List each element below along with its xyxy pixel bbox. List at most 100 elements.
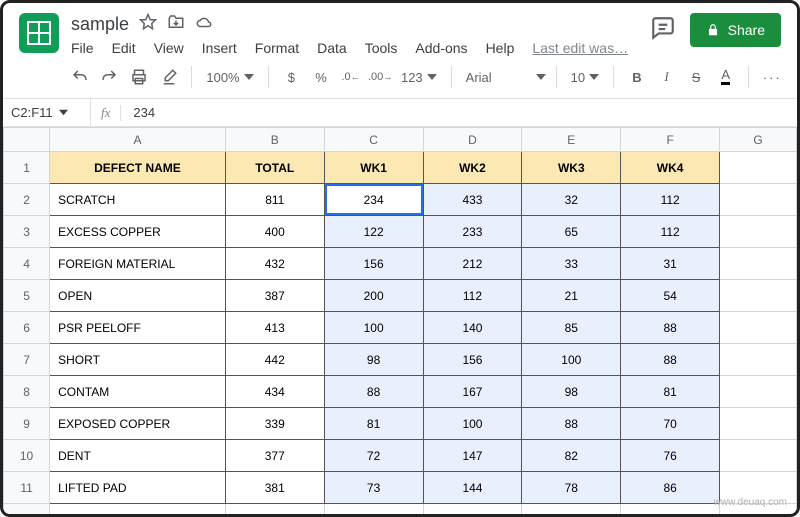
cell[interactable]: 88 [621, 312, 720, 344]
column-header[interactable]: A [50, 128, 226, 152]
cell[interactable]: 32 [522, 184, 621, 216]
cell[interactable]: 70 [621, 408, 720, 440]
menu-help[interactable]: Help [486, 40, 515, 56]
toolbar-overflow-button[interactable]: ··· [759, 64, 785, 90]
cell[interactable] [720, 440, 797, 472]
cell[interactable]: 381 [225, 472, 324, 504]
formula-input[interactable]: 234 [121, 105, 167, 120]
cell[interactable]: 433 [423, 184, 522, 216]
column-header[interactable]: B [225, 128, 324, 152]
row-header[interactable]: 7 [4, 344, 50, 376]
cell[interactable]: 112 [621, 184, 720, 216]
cell[interactable] [720, 248, 797, 280]
print-button[interactable] [126, 64, 152, 90]
row-header[interactable]: 9 [4, 408, 50, 440]
cell[interactable]: 81 [621, 376, 720, 408]
document-title[interactable]: sample [71, 14, 129, 35]
cell[interactable]: 33 [522, 248, 621, 280]
cell[interactable]: 156 [324, 248, 423, 280]
cell[interactable]: 72 [324, 440, 423, 472]
row-header[interactable]: 11 [4, 472, 50, 504]
cell[interactable] [50, 504, 226, 517]
column-header[interactable]: F [621, 128, 720, 152]
column-header[interactable]: C [324, 128, 423, 152]
cell[interactable]: FOREIGN MATERIAL [50, 248, 226, 280]
cell[interactable]: WK2 [423, 152, 522, 184]
cell[interactable]: 140 [423, 312, 522, 344]
column-header[interactable]: G [720, 128, 797, 152]
text-color-button[interactable]: A [713, 64, 739, 90]
cell[interactable] [720, 376, 797, 408]
cell[interactable] [720, 216, 797, 248]
cell[interactable]: 65 [522, 216, 621, 248]
cell[interactable]: SCRATCH [50, 184, 226, 216]
cell[interactable]: 98 [324, 344, 423, 376]
cell[interactable]: 212 [423, 248, 522, 280]
menu-format[interactable]: Format [255, 40, 299, 56]
cell[interactable]: 86 [621, 472, 720, 504]
cell[interactable] [720, 408, 797, 440]
row-header[interactable]: 2 [4, 184, 50, 216]
cell[interactable]: WK3 [522, 152, 621, 184]
last-edit-link[interactable]: Last edit was… [532, 40, 628, 56]
column-header[interactable]: D [423, 128, 522, 152]
menu-edit[interactable]: Edit [112, 40, 136, 56]
cell[interactable]: 122 [324, 216, 423, 248]
more-formats-button[interactable]: 123 [397, 70, 441, 85]
share-button[interactable]: Share [690, 13, 781, 47]
cell[interactable]: 100 [522, 344, 621, 376]
cell[interactable]: 88 [621, 344, 720, 376]
row-header[interactable]: 12 [4, 504, 50, 517]
cell[interactable] [225, 504, 324, 517]
cell[interactable]: 442 [225, 344, 324, 376]
decrease-decimals-button[interactable]: .0← [338, 64, 364, 90]
cell[interactable]: 156 [423, 344, 522, 376]
cell[interactable]: 147 [423, 440, 522, 472]
cell[interactable]: 234 [324, 184, 423, 216]
menu-addons[interactable]: Add-ons [415, 40, 467, 56]
star-icon[interactable] [139, 13, 157, 36]
font-size-select[interactable]: 10 [567, 70, 603, 85]
cell[interactable]: 144 [423, 472, 522, 504]
cell[interactable] [720, 184, 797, 216]
move-icon[interactable] [167, 13, 185, 36]
cell[interactable]: 811 [225, 184, 324, 216]
cell[interactable]: DEFECT NAME [50, 152, 226, 184]
cell[interactable]: PSR PEELOFF [50, 312, 226, 344]
cell[interactable]: EXPOSED COPPER [50, 408, 226, 440]
cell[interactable]: 434 [225, 376, 324, 408]
row-header[interactable]: 5 [4, 280, 50, 312]
name-box[interactable]: C2:F11 [3, 99, 91, 126]
cell[interactable]: CONTAM [50, 376, 226, 408]
cell[interactable] [720, 152, 797, 184]
cell[interactable]: 200 [324, 280, 423, 312]
font-select[interactable]: Arial [462, 70, 532, 85]
cell[interactable]: 88 [324, 376, 423, 408]
cell[interactable]: WK4 [621, 152, 720, 184]
zoom-select[interactable]: 100% [202, 70, 257, 85]
cell[interactable]: 233 [423, 216, 522, 248]
cell[interactable]: 339 [225, 408, 324, 440]
cloud-icon[interactable] [195, 13, 213, 36]
cell[interactable]: 100 [423, 408, 522, 440]
cell[interactable]: 81 [324, 408, 423, 440]
cell[interactable]: 377 [225, 440, 324, 472]
cell[interactable]: 54 [621, 280, 720, 312]
paint-format-button[interactable] [156, 64, 182, 90]
redo-button[interactable] [97, 64, 123, 90]
row-header[interactable]: 10 [4, 440, 50, 472]
cell[interactable]: LIFTED PAD [50, 472, 226, 504]
cell[interactable]: DENT [50, 440, 226, 472]
cell[interactable]: 85 [522, 312, 621, 344]
menu-view[interactable]: View [154, 40, 184, 56]
bold-button[interactable]: B [624, 64, 650, 90]
cell[interactable]: 73 [324, 472, 423, 504]
cell[interactable]: 432 [225, 248, 324, 280]
cell[interactable] [720, 312, 797, 344]
cell[interactable]: TOTAL [225, 152, 324, 184]
cell[interactable]: 167 [423, 376, 522, 408]
column-header[interactable]: E [522, 128, 621, 152]
cell[interactable]: 88 [522, 408, 621, 440]
menu-data[interactable]: Data [317, 40, 347, 56]
cell[interactable]: SHORT [50, 344, 226, 376]
